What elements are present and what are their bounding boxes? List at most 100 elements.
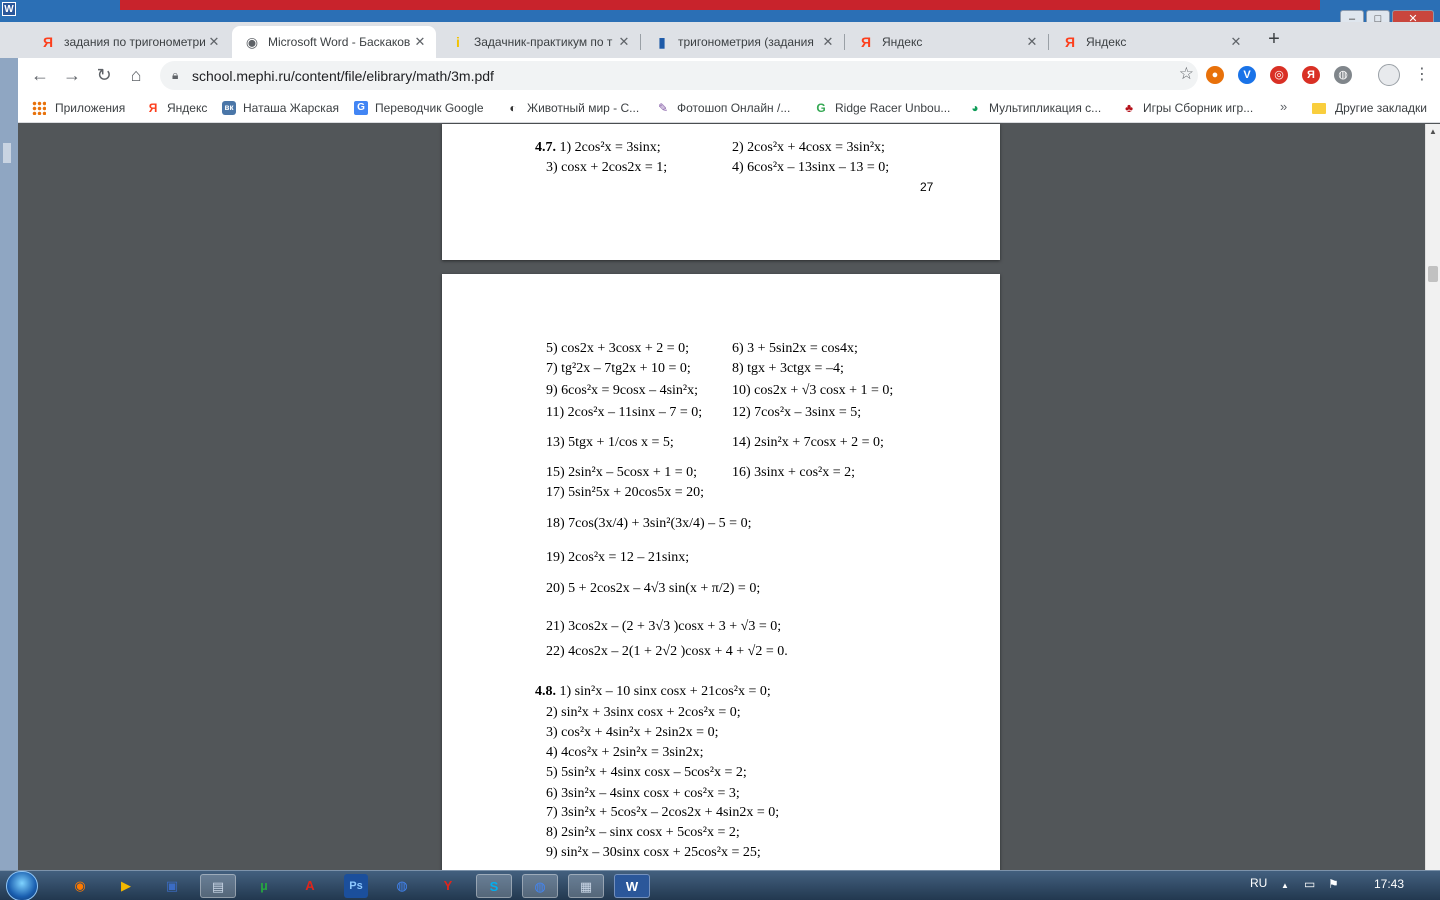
tab-3[interactable]: i Задачник-практикум по т ✕ xyxy=(438,26,641,58)
tab-2-active[interactable]: ◉ Microsoft Word - Баскаков ✕ xyxy=(232,26,436,58)
calculator-icon[interactable]: ▦ xyxy=(568,874,604,898)
page-scrollbar[interactable]: ▲ xyxy=(1425,124,1440,870)
bookmark-label: Животный мир - С... xyxy=(527,101,640,115)
extension-5-icon[interactable]: ◍ xyxy=(1334,66,1352,84)
background-window-edge xyxy=(0,58,18,870)
new-tab-button[interactable]: + xyxy=(1262,28,1286,52)
pdf-page-28: 5) cos2x + 3cosx + 2 = 0; 6) 3 + 5sin2x … xyxy=(442,274,1000,874)
firefox-icon[interactable]: ◉ xyxy=(62,874,98,898)
tab-close-icon[interactable]: ✕ xyxy=(412,34,428,50)
word-icon[interactable]: W xyxy=(614,874,650,898)
bookmark-label: Приложения xyxy=(55,101,126,115)
window-title-bar: W – □ ✕ xyxy=(0,0,1440,28)
explorer-icon[interactable]: ▤ xyxy=(200,874,236,898)
bookmark-label: Яндекс xyxy=(167,101,208,115)
site-icon: ◐ xyxy=(509,101,517,115)
tab-title: Задачник-практикум по т xyxy=(474,35,613,49)
forward-arrow-icon[interactable]: → xyxy=(60,64,84,88)
tab-1[interactable]: Я задания по тригонометрии ✕ xyxy=(28,26,230,58)
extension-4-icon[interactable]: Я xyxy=(1302,66,1320,84)
exercise-line: 15) 2sin²x – 5cosx + 1 = 0; xyxy=(546,465,698,480)
tab-close-icon[interactable]: ✕ xyxy=(616,34,632,50)
tab-close-icon[interactable]: ✕ xyxy=(820,34,836,50)
exercise-line: 4.7. 1) 2cos²x = 3sinx; xyxy=(535,140,661,155)
bookmark-ridge-racer[interactable]: G Ridge Racer Unbou... xyxy=(814,99,950,117)
tab-close-icon[interactable]: ✕ xyxy=(1024,34,1040,50)
exercise-line: 18) 7cos(3x/4) + 3sin²(3x/4) – 5 = 0; xyxy=(546,516,752,531)
bookmark-vk[interactable]: вк Наташа Жарская xyxy=(222,99,339,117)
exercise-line: 4.8. 1) sin²x – 10 sinx cosx + 21cos²x =… xyxy=(535,684,771,699)
bookmark-apps[interactable]: Приложения xyxy=(32,99,125,117)
yandex-favicon-icon: Я xyxy=(42,34,54,50)
site-icon: G xyxy=(816,101,826,115)
bookmark-star-icon[interactable]: ☆ xyxy=(1179,64,1194,84)
reload-icon[interactable]: ↻ xyxy=(92,64,116,88)
tab-5[interactable]: Я Яндекс ✕ xyxy=(846,26,1049,58)
extension-3-icon[interactable]: ◎ xyxy=(1270,66,1288,84)
bookmark-animation[interactable]: ◕ Мультипликация с... xyxy=(968,99,1101,117)
brush-icon: ✎ xyxy=(657,101,669,115)
chrome-icon[interactable]: ◍ xyxy=(384,874,420,898)
bookmark-yandex[interactable]: Я Яндекс xyxy=(146,99,208,117)
extension-2-icon[interactable]: V xyxy=(1238,66,1256,84)
bookmarks-overflow-icon[interactable]: » xyxy=(1280,99,1287,114)
tab-6[interactable]: Я Яндекс ✕ xyxy=(1050,26,1252,58)
clock[interactable]: 17:43 xyxy=(1374,877,1404,891)
yandex-favicon-icon: Я xyxy=(1064,34,1076,50)
vk-icon: вк xyxy=(222,101,236,115)
apps-grid-icon xyxy=(32,101,46,115)
tab-separator xyxy=(1048,34,1049,50)
app-icon[interactable]: ▣ xyxy=(154,874,190,898)
exercise-line: 4) 4cos²x + 2sin²x = 3sin2x; xyxy=(546,745,704,760)
bookmark-google-translate[interactable]: G Переводчик Google xyxy=(354,99,484,117)
tab-4[interactable]: ▮ тригонометрия (задания ✕ xyxy=(642,26,845,58)
exercise-line: 10) cos2x + √3 cosx + 1 = 0; xyxy=(732,383,894,398)
language-indicator[interactable]: RU xyxy=(1250,876,1267,890)
bookmark-label: Другие закладки xyxy=(1335,101,1427,115)
url-input[interactable] xyxy=(192,65,1152,86)
exercise-line: 5) 5sin²x + 4sinx cosx – 5cos²x = 2; xyxy=(546,765,747,780)
bookmark-animal-world[interactable]: ◐ Животный мир - С... xyxy=(506,99,639,117)
acrobat-icon[interactable]: A xyxy=(292,874,328,898)
start-button[interactable] xyxy=(6,871,38,900)
tab-close-icon[interactable]: ✕ xyxy=(1228,34,1244,50)
scrollbar-thumb[interactable] xyxy=(1428,266,1438,282)
exercise-line: 3) cos²x + 4sin²x + 2sin2x = 0; xyxy=(546,725,719,740)
exercise-line: 6) 3 + 5sin2x = cos4x; xyxy=(732,341,858,356)
extension-1-icon[interactable]: ● xyxy=(1206,66,1224,84)
address-bar[interactable]: 🔒︎ ☆ xyxy=(160,61,1198,90)
yandex-browser-icon[interactable]: Y xyxy=(430,874,466,898)
exercise-line: 6) 3sin²x – 4sinx cosx + cos²x = 3; xyxy=(546,786,740,801)
exercise-line: 22) 4cos2x – 2(1 + 2√2 )cosx + 4 + √2 = … xyxy=(546,644,788,659)
info-favicon-icon: i xyxy=(456,34,460,50)
scroll-up-icon[interactable]: ▲ xyxy=(1429,127,1437,136)
tab-close-icon[interactable]: ✕ xyxy=(206,34,222,50)
lock-icon: 🔒︎ xyxy=(172,68,179,82)
exercise-line: 16) 3sinx + cos²x = 2; xyxy=(732,465,856,480)
flag-icon[interactable]: ⚑ xyxy=(1328,877,1339,891)
utorrent-icon[interactable]: µ xyxy=(246,874,282,898)
bookmark-games[interactable]: ♣ Игры Сборник игр... xyxy=(1122,99,1253,117)
tab-separator xyxy=(844,34,845,50)
profile-avatar[interactable] xyxy=(1378,64,1400,86)
tray-expand-icon[interactable]: ▲ xyxy=(1281,881,1289,890)
exercise-line: 20) 5 + 2cos2x – 4√3 sin(x + π/2) = 0; xyxy=(546,581,761,596)
skype-icon[interactable]: S xyxy=(476,874,512,898)
tab-title: Яндекс xyxy=(1086,35,1127,49)
exercise-line: 19) 2cos²x = 12 – 21sinx; xyxy=(546,550,690,565)
home-icon[interactable]: ⌂ xyxy=(124,64,148,88)
menu-dots-icon[interactable]: ⋮ xyxy=(1414,64,1430,84)
media-player-icon[interactable]: ▶ xyxy=(108,874,144,898)
site-icon: ◕ xyxy=(971,101,979,115)
back-arrow-icon[interactable]: ← xyxy=(28,64,52,88)
photoshop-icon[interactable]: Ps xyxy=(344,874,368,898)
network-icon[interactable]: ▭ xyxy=(1304,877,1315,891)
bookmark-photoshop-online[interactable]: ✎ Фотошоп Онлайн /... xyxy=(656,99,790,117)
book-favicon-icon: ▮ xyxy=(658,34,666,50)
bookmarks-bar: Приложения Я Яндекс вк Наташа Жарская G … xyxy=(18,93,1440,123)
exercise-line: 12) 7cos²x – 3sinx = 5; xyxy=(732,405,862,420)
bookmark-other-folder[interactable]: Другие закладки xyxy=(1312,99,1427,117)
chrome-icon[interactable]: ◍ xyxy=(522,874,558,898)
page-number: 27 xyxy=(920,180,934,194)
tab-title: Microsoft Word - Баскаков xyxy=(268,35,411,49)
